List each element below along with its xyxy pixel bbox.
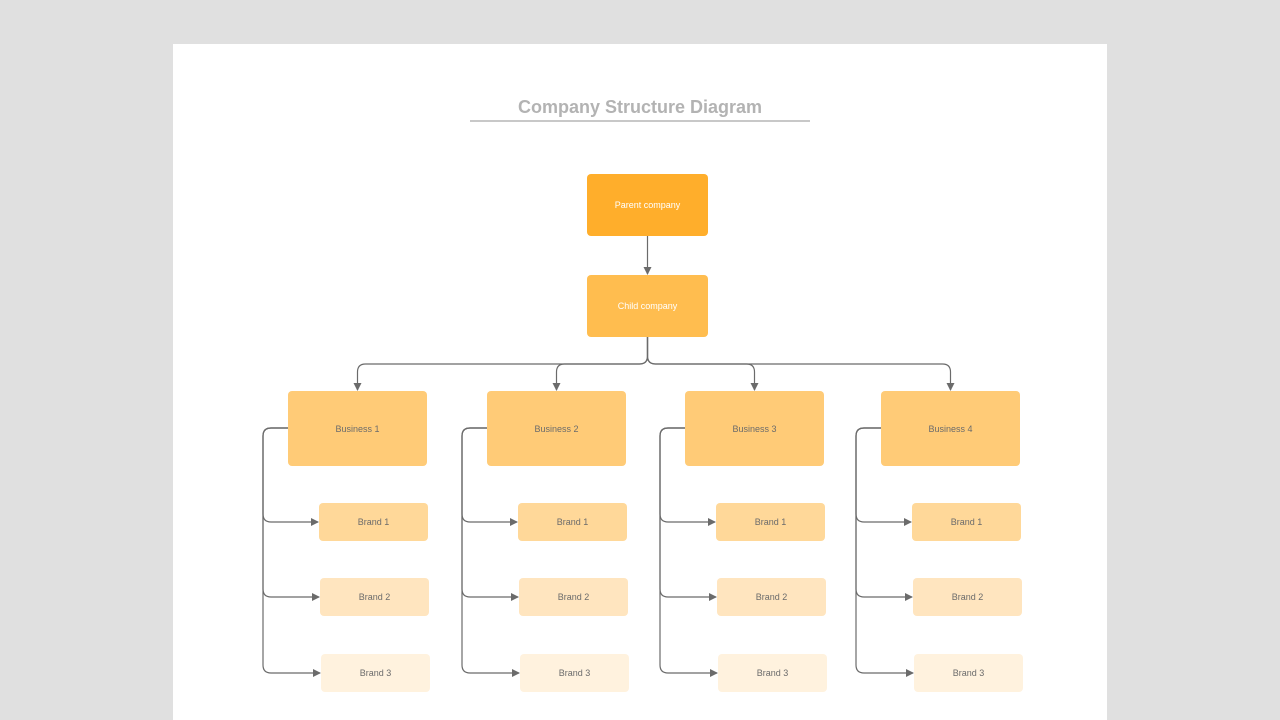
brand-node-1-1[interactable]: Brand 1 [319,503,428,541]
business-node-1[interactable]: Business 1 [288,391,427,466]
business-label: Business 2 [534,423,579,434]
brand-label: Brand 3 [756,668,789,678]
child-company-node[interactable]: Child company [587,275,708,337]
brand-label: Brand 1 [357,517,390,527]
brand-label: Brand 1 [754,517,787,527]
business-node-2[interactable]: Business 2 [487,391,626,466]
brand-node-3-1[interactable]: Brand 1 [716,503,825,541]
brand-label: Brand 2 [951,592,984,602]
brand-node-3-2[interactable]: Brand 2 [717,578,826,616]
brand-node-4-2[interactable]: Brand 2 [913,578,1022,616]
business-label: Business 3 [732,423,777,434]
brand-label: Brand 3 [558,668,591,678]
brand-node-4-1[interactable]: Brand 1 [912,503,1021,541]
business-node-4[interactable]: Business 4 [881,391,1020,466]
parent-company-node[interactable]: Parent company [587,174,708,236]
brand-node-1-2[interactable]: Brand 2 [320,578,429,616]
connector-child-business-4 [646,337,955,391]
brand-label: Brand 2 [557,592,590,602]
parent-company-label: Parent company [614,200,681,210]
brand-label: Brand 1 [556,517,589,527]
brand-node-2-1[interactable]: Brand 1 [518,503,627,541]
business-node-3[interactable]: Business 3 [685,391,824,466]
brand-label: Brand 2 [358,592,391,602]
child-company-label: Child company [617,301,678,311]
business-label: Business 1 [335,423,380,434]
connector-child-business-2 [552,337,649,391]
brand-label: Brand 3 [952,668,985,678]
brand-label: Brand 1 [950,517,983,527]
brand-node-2-3[interactable]: Brand 3 [520,654,629,692]
brand-node-1-3[interactable]: Brand 3 [321,654,430,692]
brand-node-3-3[interactable]: Brand 3 [718,654,827,692]
brand-label: Brand 3 [359,668,392,678]
connectors [262,236,955,677]
brand-node-4-3[interactable]: Brand 3 [914,654,1023,692]
brand-node-2-2[interactable]: Brand 2 [519,578,628,616]
brand-label: Brand 2 [755,592,788,602]
business-label: Business 4 [928,423,973,434]
